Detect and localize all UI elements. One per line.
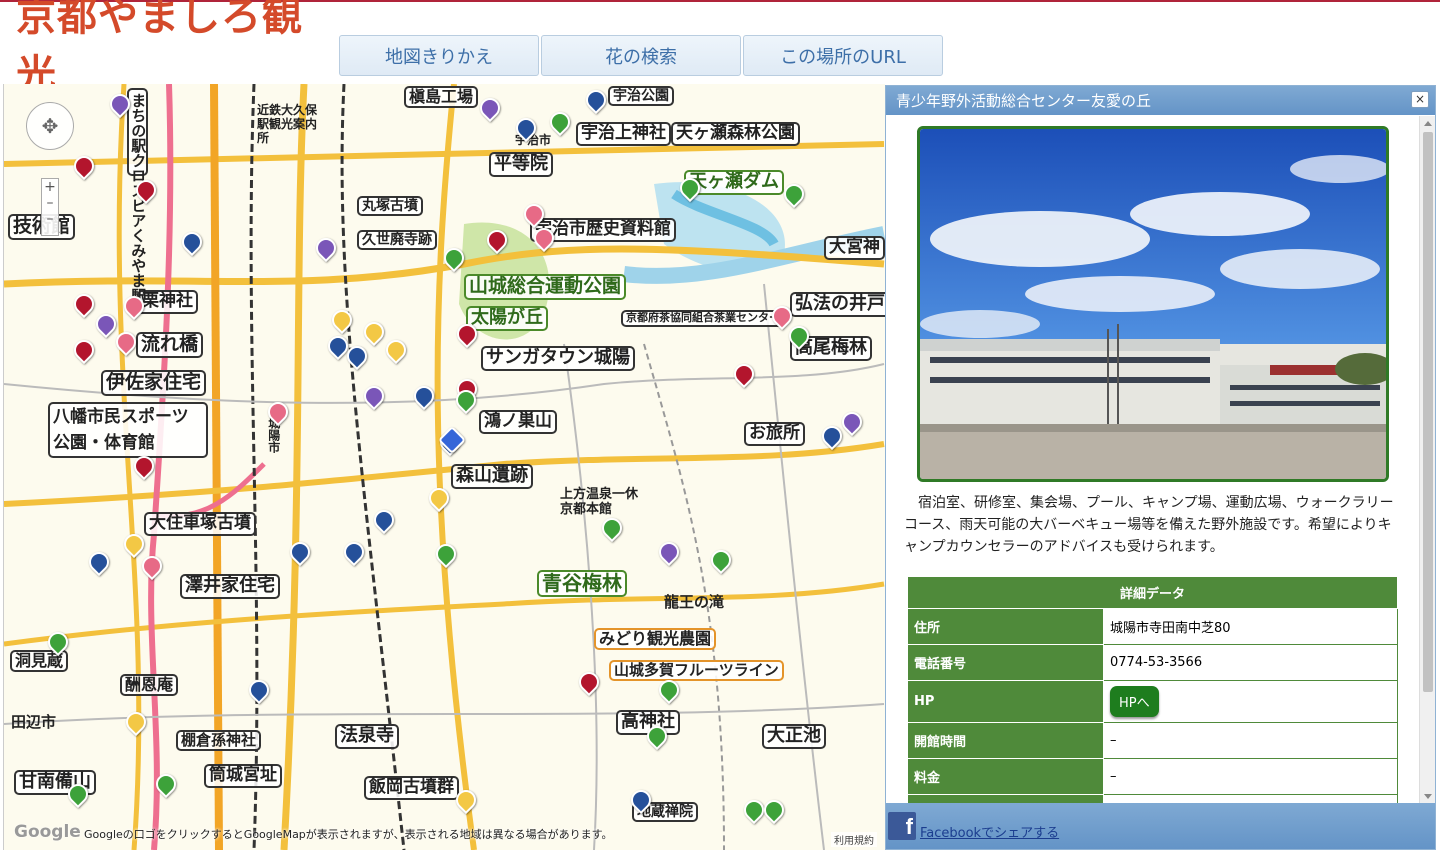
map-label: 上方温泉一休京都本館 [560, 487, 639, 517]
details-table: 詳細データ 住所 城陽市寺田南中芝80 電話番号 0774-53-3566 HP… [907, 576, 1398, 804]
panel-footer: f Facebookでシェアする [886, 803, 1435, 849]
table-row: HP HPへ [907, 680, 1398, 723]
map-label: 宇治上神社 [576, 122, 671, 146]
map-label: お旅所 [744, 422, 805, 446]
map-label: 法泉寺 [335, 724, 399, 749]
table-row: 電話番号 0774-53-3566 [907, 644, 1398, 681]
map-switch-button[interactable]: 地図きりかえ [339, 35, 539, 76]
google-logo[interactable]: Google [14, 822, 81, 842]
facility-photo-image [920, 129, 1386, 479]
map-label: 田辺市 [11, 713, 57, 731]
phone-value: 0774-53-3566 [1103, 644, 1398, 681]
scroll-down-arrow[interactable] [1424, 794, 1432, 799]
row-key: HP [907, 680, 1104, 723]
map-label: みどり観光農園 [594, 628, 717, 651]
map-label: 八幡市民スポーツ公園・体育館 [48, 402, 208, 458]
row-key: 電話番号 [907, 644, 1104, 681]
map-label: 龍王の滝 [664, 593, 725, 611]
map-label: 鴻ノ巣山 [479, 410, 557, 434]
map-label: 澤井家住宅 [180, 574, 280, 599]
location-url-button[interactable]: この場所のURL [743, 35, 943, 76]
map-label: 酬恩庵 [120, 674, 179, 697]
table-row: 住所 城陽市寺田南中芝80 [907, 608, 1398, 645]
panel-titlebar: 青少年野外活動総合センター友愛の丘 × [886, 86, 1435, 115]
row-key: 料金 [907, 758, 1104, 795]
table-row: 料金 – [907, 758, 1398, 795]
row-key: 開館時間 [907, 722, 1104, 759]
homepage-button[interactable]: HPへ [1110, 686, 1159, 717]
map-label: 弘法の井戸 [790, 292, 885, 317]
scroll-thumb[interactable] [1423, 132, 1433, 692]
map-label: 大住車塚古墳 [144, 512, 256, 536]
panel-title: 青少年野外活動総合センター友愛の丘 [896, 92, 1152, 110]
address-value: 城陽市寺田南中芝80 [1103, 608, 1398, 645]
map-label: 山城多賀フルーツライン [609, 660, 784, 682]
pan-control[interactable]: ✥ [26, 102, 74, 150]
hours-value: – [1103, 722, 1398, 759]
terms-link[interactable]: 利用規約 [831, 832, 877, 847]
map-label: 流れ橋 [136, 332, 204, 358]
map-label: 丸塚古墳 [357, 196, 423, 217]
map-label: 棚倉孫神社 [176, 730, 262, 752]
map-label: 大宮神 [824, 236, 885, 260]
map-label: 森山遺跡 [451, 464, 533, 489]
map-label: 京都府茶協同組合茶業センター [621, 310, 785, 327]
map-label: 大正池 [762, 724, 826, 749]
panel-scrollbar[interactable] [1419, 116, 1435, 804]
zoom-control[interactable]: + – – [41, 178, 59, 236]
table-row: 開館時間 – [907, 722, 1398, 759]
map-label: 宇治市 [515, 133, 552, 147]
flower-search-button[interactable]: 花の検索 [541, 35, 741, 76]
map-label: 太陽が丘 [466, 306, 548, 331]
facility-photo [917, 126, 1389, 482]
site-logo[interactable]: 京都やましろ観光 [16, 0, 332, 98]
map-label: 槇島工場 [404, 86, 479, 109]
map-label: 伊佐家住宅 [101, 370, 207, 396]
panel-content[interactable]: 宿泊室、研修室、集会場、プール、キャンプ場、運動広場、ウォークラリーコース、雨天… [886, 116, 1420, 804]
map-label: 飯岡古墳群 [364, 776, 459, 800]
row-key: 住所 [907, 608, 1104, 645]
map-label: 宇治公園 [608, 86, 674, 107]
map-label: 近鉄大久保駅観光案内所 [257, 103, 318, 145]
info-panel: 青少年野外活動総合センター友愛の丘 × 宿泊室、研修室、集会場、プール、キャンプ… [885, 85, 1436, 850]
facebook-share-link[interactable]: Facebookでシェアする [920, 822, 1059, 841]
map-label: 天ヶ瀬森林公園 [671, 122, 800, 146]
map-label: 久世廃寺跡 [357, 230, 437, 251]
scroll-up-arrow[interactable] [1424, 121, 1432, 126]
map-label: 筒城宮址 [204, 764, 282, 788]
app-frame: 京都やましろ観光 地図きりかえ 花の検索 この場所のURL 槇島工場 宇治公園 … [0, 0, 1440, 858]
details-heading: 詳細データ [907, 576, 1398, 609]
facebook-icon[interactable]: f [888, 812, 916, 840]
illustrated-map[interactable]: 槇島工場 宇治公園 宇治上神社 天ヶ瀬森林公園 平等院 天ヶ瀬ダム 宇治市歴史資… [3, 84, 885, 850]
close-button[interactable]: × [1411, 91, 1429, 108]
map-note: Googleの口ゴをクリックするとGoogleMapが表示されますが、表示される… [84, 828, 613, 841]
homepage-cell: HPへ [1103, 680, 1398, 723]
map-label: サンガタウン城陽 [481, 346, 635, 371]
map-label: 山城総合運動公園 [464, 274, 627, 300]
map-label: 平等院 [489, 152, 553, 177]
fee-value: – [1103, 758, 1398, 795]
map-label: 青谷梅林 [537, 570, 627, 597]
facility-description: 宿泊室、研修室、集会場、プール、キャンプ場、運動広場、ウォークラリーコース、雨天… [904, 495, 1394, 555]
